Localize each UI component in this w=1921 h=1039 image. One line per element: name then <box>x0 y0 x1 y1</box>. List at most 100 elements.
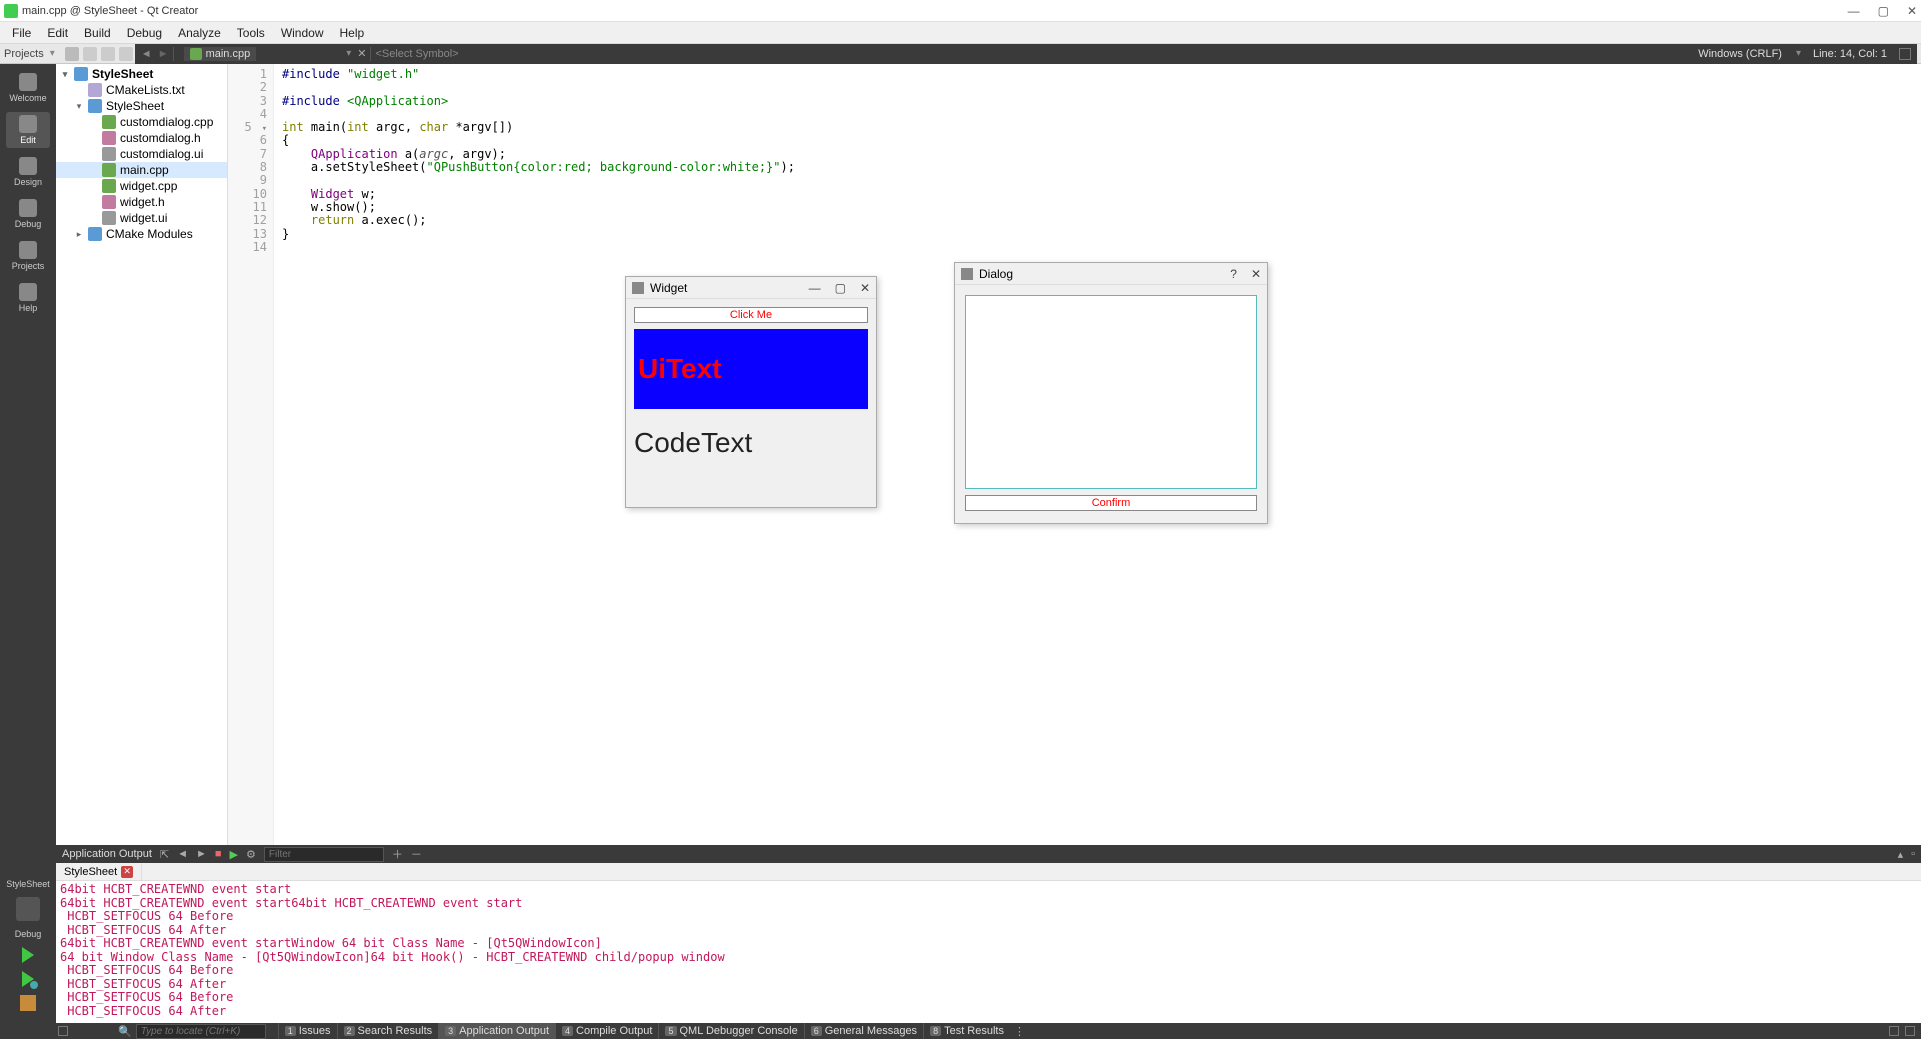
file-icon <box>102 163 116 177</box>
output-stop-icon[interactable]: ■ <box>215 848 222 860</box>
window-close-icon[interactable]: ✕ <box>1251 267 1261 281</box>
mode-design[interactable]: Design <box>6 154 50 190</box>
status-btn-test-results[interactable]: 8Test Results <box>923 1023 1010 1039</box>
tree-item[interactable]: customdialog.cpp <box>56 114 227 130</box>
project-tree[interactable]: ▾ StyleSheet CMakeLists.txt▾StyleSheetcu… <box>56 64 228 845</box>
locator-input[interactable] <box>136 1024 266 1039</box>
toggle-output-icon[interactable] <box>1905 1026 1915 1036</box>
status-btn-search-results[interactable]: 2Search Results <box>337 1023 439 1039</box>
dialog-titlebar[interactable]: Dialog ? ✕ <box>955 263 1267 285</box>
tree-item[interactable]: CMakeLists.txt <box>56 82 227 98</box>
output-next-icon[interactable]: ► <box>196 848 207 860</box>
tree-root[interactable]: ▾ StyleSheet <box>56 66 227 82</box>
mode-welcome[interactable]: Welcome <box>6 70 50 106</box>
output-rerun-icon[interactable]: ▶ <box>230 848 238 861</box>
tree-item[interactable]: ▾StyleSheet <box>56 98 227 114</box>
close-pane-icon[interactable] <box>119 47 133 61</box>
window-close-icon[interactable]: ✕ <box>1907 4 1917 18</box>
nav-back-icon[interactable]: ◄ <box>141 48 152 60</box>
show-left-sidebar-icon[interactable] <box>58 1026 68 1036</box>
output-body[interactable]: 64bit HCBT_CREATEWND event start64bit HC… <box>56 881 1921 1023</box>
kit-config-label: Debug <box>15 929 42 939</box>
menu-build[interactable]: Build <box>78 24 117 42</box>
output-prev-icon[interactable]: ◄ <box>177 848 188 860</box>
open-file-tab[interactable]: main.cpp <box>184 47 257 61</box>
menu-tools[interactable]: Tools <box>231 24 271 42</box>
window-minimize-icon[interactable]: — <box>1848 4 1860 18</box>
link-icon[interactable] <box>83 47 97 61</box>
mode-help[interactable]: Help <box>6 280 50 316</box>
output-remove-icon[interactable]: － <box>411 846 422 862</box>
file-icon <box>102 147 116 161</box>
menu-file[interactable]: File <box>6 24 37 42</box>
encoding-label[interactable]: Windows (CRLF) <box>1698 48 1782 60</box>
show-right-sidebar-icon[interactable] <box>1889 1026 1899 1036</box>
projects-selector[interactable]: Projects ▾ <box>4 48 55 60</box>
output-add-icon[interactable]: ＋ <box>392 846 403 862</box>
output-tab-stylesheet[interactable]: StyleSheet ✕ <box>56 864 142 880</box>
mode-edit[interactable]: Edit <box>6 112 50 148</box>
window-close-icon[interactable]: ✕ <box>860 281 870 295</box>
file-icon <box>102 179 116 193</box>
click-me-button[interactable]: Click Me <box>634 307 868 323</box>
help-icon[interactable]: ? <box>1230 267 1237 281</box>
tree-item[interactable]: main.cpp <box>56 162 227 178</box>
gutter: 12345 ▾67891011121314 <box>228 64 274 845</box>
menu-bar: FileEditBuildDebugAnalyzeToolsWindowHelp <box>0 22 1921 44</box>
welcome-icon <box>19 73 37 91</box>
file-chevron-down-icon[interactable]: ▾ <box>346 48 351 59</box>
tree-item[interactable]: widget.ui <box>56 210 227 226</box>
menu-help[interactable]: Help <box>334 24 371 42</box>
mode-bar: WelcomeEditDesignDebugProjectsHelp Style… <box>0 64 56 1023</box>
tree-item[interactable]: widget.h <box>56 194 227 210</box>
tree-item[interactable]: ▸CMake Modules <box>56 226 227 242</box>
symbol-selector[interactable]: <Select Symbol> <box>375 48 458 60</box>
kit-selector-icon[interactable] <box>16 897 40 921</box>
tree-item[interactable]: customdialog.ui <box>56 146 227 162</box>
search-icon: 🔍 <box>118 1025 132 1038</box>
expand-icon[interactable]: ▾ <box>74 101 84 112</box>
codetext-label: CodeText <box>634 427 868 459</box>
menu-window[interactable]: Window <box>275 24 330 42</box>
close-icon[interactable]: ✕ <box>121 866 133 878</box>
mode-projects[interactable]: Projects <box>6 238 50 274</box>
widget-titlebar[interactable]: Widget — ▢ ✕ <box>626 277 876 299</box>
menu-debug[interactable]: Debug <box>121 24 168 42</box>
menu-analyze[interactable]: Analyze <box>172 24 227 42</box>
window-maximize-icon[interactable]: ▢ <box>835 281 846 295</box>
run-button-icon[interactable] <box>22 947 34 963</box>
expand-icon[interactable]: ▸ <box>74 229 84 240</box>
build-button-icon[interactable] <box>20 995 36 1011</box>
status-btn-issues[interactable]: 1Issues <box>278 1023 337 1039</box>
edit-icon <box>19 115 37 133</box>
status-more-icon[interactable]: ⋮ <box>1014 1025 1025 1038</box>
menu-edit[interactable]: Edit <box>41 24 74 42</box>
nav-forward-icon[interactable]: ► <box>158 48 169 60</box>
mode-debug[interactable]: Debug <box>6 196 50 232</box>
project-icon <box>74 67 88 81</box>
tree-item[interactable]: customdialog.h <box>56 130 227 146</box>
output-pin-icon[interactable]: ⇱ <box>160 848 169 861</box>
status-btn-compile-output[interactable]: 4Compile Output <box>555 1023 658 1039</box>
widget-title: Widget <box>650 281 687 295</box>
close-file-icon[interactable]: ✕ <box>357 47 366 60</box>
status-btn-general-messages[interactable]: 6General Messages <box>804 1023 923 1039</box>
tree-item[interactable]: widget.cpp <box>56 178 227 194</box>
status-btn-qml-debugger-console[interactable]: 5QML Debugger Console <box>658 1023 803 1039</box>
window-minimize-icon[interactable]: — <box>809 281 821 295</box>
dialog-textarea[interactable] <box>965 295 1257 489</box>
output-expand-icon[interactable]: ▴ <box>1898 848 1904 861</box>
output-settings-icon[interactable]: ⚙ <box>246 848 256 861</box>
expand-icon[interactable]: ▾ <box>60 69 70 80</box>
split-editor-icon[interactable] <box>1899 48 1911 60</box>
status-btn-application-output[interactable]: 3Application Output <box>438 1023 555 1039</box>
cursor-position-label: Line: 14, Col: 1 <box>1813 48 1887 60</box>
run-debug-button-icon[interactable] <box>22 971 34 987</box>
split-icon[interactable] <box>101 47 115 61</box>
window-maximize-icon[interactable]: ▢ <box>1878 4 1889 18</box>
confirm-button[interactable]: Confirm <box>965 495 1257 511</box>
output-filter-input[interactable] <box>264 847 384 862</box>
output-close-icon[interactable]: ▫ <box>1911 848 1915 860</box>
filter-icon[interactable] <box>65 47 79 61</box>
tree-item-label: customdialog.h <box>120 131 201 145</box>
